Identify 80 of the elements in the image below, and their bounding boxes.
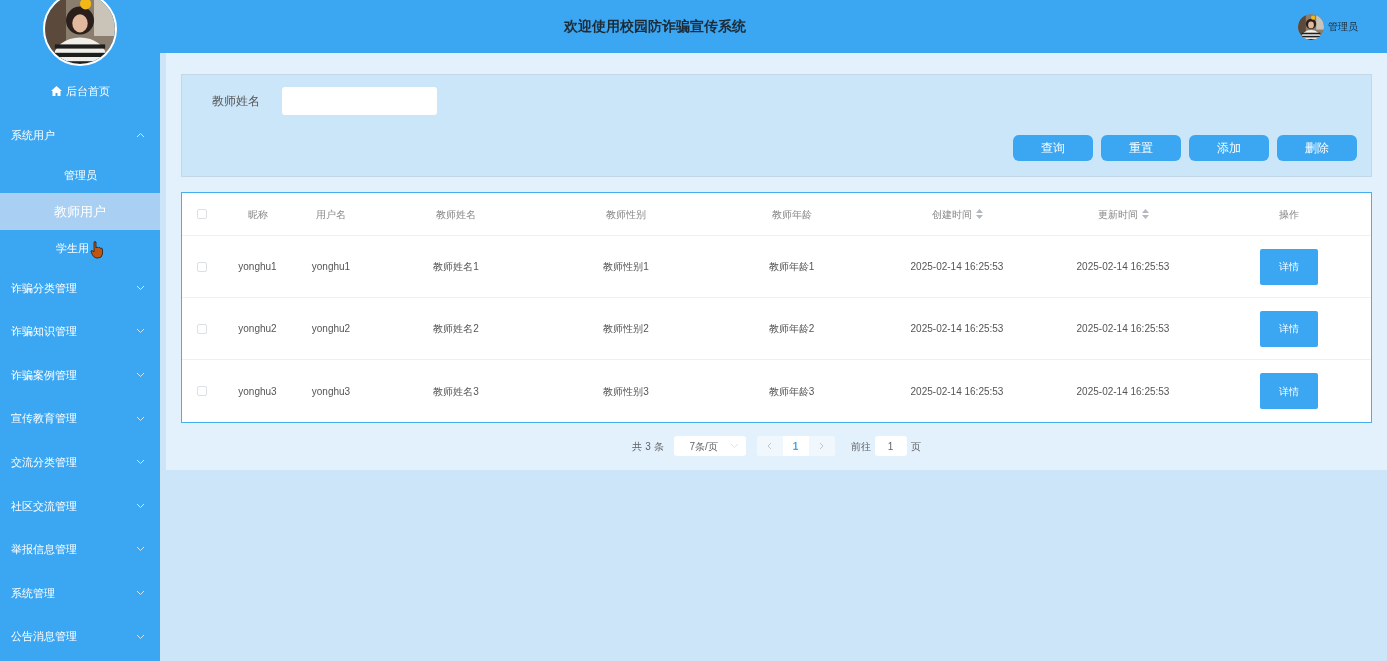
teacher-name-input[interactable] — [282, 87, 437, 115]
table-cell-text: yonghu1 — [238, 260, 277, 274]
details-button[interactable]: 详情 — [1260, 310, 1318, 347]
home-menu-item[interactable]: 后台首页 — [0, 69, 160, 113]
page-size-select[interactable]: 7条/页 — [673, 436, 746, 456]
menu-item[interactable]: 系统管理 — [0, 571, 160, 615]
goto-page-input[interactable]: 1 — [874, 436, 907, 456]
table-cell-text: 2025-02-14 16:25:53 — [910, 322, 1004, 336]
chevron-down-icon — [136, 372, 145, 379]
submenu-item[interactable]: 学生用 — [0, 229, 160, 267]
chevron-down-icon — [136, 459, 145, 466]
menu-item[interactable]: 举报信息管理 — [0, 527, 160, 572]
column-header: 教师年龄 — [771, 207, 812, 222]
menu-item[interactable]: 系统用户 — [0, 113, 160, 157]
table-cell-text: 2025-02-14 16:25:53 — [910, 384, 1004, 399]
details-button[interactable]: 详情 — [1260, 373, 1318, 409]
table-cell-text: 教师性别3 — [603, 384, 649, 399]
table-cell-text: yonghu2 — [311, 322, 351, 336]
select-all-checkbox[interactable] — [197, 209, 207, 219]
home-icon — [50, 86, 62, 96]
table-cell-text: 教师年龄3 — [768, 384, 815, 399]
chevron-down-icon — [729, 443, 739, 449]
chevron-down-icon — [136, 284, 145, 291]
row-checkbox[interactable] — [197, 386, 207, 396]
page-number[interactable]: 1 — [782, 436, 809, 456]
chevron-right-icon — [819, 442, 825, 450]
submenu-item[interactable]: 管理员 — [0, 156, 160, 194]
chevron-down-icon — [136, 502, 145, 509]
chevron-left-icon — [767, 442, 773, 450]
table-cell-text: 2025-02-14 16:25:53 — [1076, 260, 1170, 274]
page-title: 欢迎使用校园防诈骗宣传系统 — [564, 17, 746, 36]
sort-icon[interactable] — [1141, 209, 1149, 219]
page-suffix: 页 — [910, 439, 921, 454]
details-button[interactable]: 详情 — [1260, 248, 1318, 285]
chevron-down-icon — [136, 328, 145, 335]
table-cell-text: 教师年龄2 — [768, 322, 815, 336]
table-cell-text: 教师姓名3 — [433, 384, 479, 399]
row-checkbox[interactable] — [197, 323, 207, 334]
total-count: 共 3 条 — [632, 439, 664, 454]
menu-item[interactable]: 诈骗知识管理 — [0, 309, 160, 354]
sort-icon[interactable] — [975, 209, 983, 219]
chevron-up-icon — [136, 131, 145, 138]
submenu-item[interactable]: 教师用户 — [0, 193, 160, 230]
table-cell-text: 教师性别2 — [603, 322, 649, 336]
chevron-down-icon — [136, 633, 145, 640]
action-button[interactable]: 删除 — [1277, 135, 1357, 161]
goto-label: 前往 — [850, 439, 871, 454]
table-cell-text: yonghu3 — [311, 384, 351, 399]
column-header: 教师姓名 — [436, 207, 476, 222]
column-header: 操作 — [1279, 207, 1299, 222]
action-button[interactable]: 重置 — [1101, 135, 1181, 161]
column-header: 昵称 — [247, 207, 268, 222]
menu-item[interactable]: 诈骗案例管理 — [0, 353, 160, 397]
menu-item[interactable]: 宣传教育管理 — [0, 396, 160, 441]
table-cell-text: 2025-02-14 16:25:53 — [1076, 384, 1170, 399]
column-header: 教师性别 — [606, 207, 646, 222]
field-label: 教师姓名 — [212, 93, 261, 110]
menu-item[interactable]: 诈骗分类管理 — [0, 266, 160, 310]
user-name[interactable]: 管理员 — [1328, 19, 1358, 34]
chevron-down-icon — [136, 546, 145, 553]
action-button[interactable]: 添加 — [1189, 135, 1269, 161]
column-header[interactable]: 更新时间 — [1097, 206, 1138, 222]
table-cell-text: yonghu1 — [311, 260, 351, 274]
action-button[interactable]: 查询 — [1013, 135, 1093, 161]
table-cell-text: 教师姓名2 — [433, 322, 479, 336]
table-cell-text: yonghu2 — [238, 322, 277, 336]
table-cell-text: yonghu3 — [238, 384, 277, 399]
table-cell-text: 2025-02-14 16:25:53 — [910, 260, 1004, 274]
column-header[interactable]: 创建时间 — [931, 206, 972, 222]
chevron-down-icon — [136, 415, 145, 422]
table-cell-text: 教师姓名1 — [433, 260, 479, 274]
chevron-down-icon — [136, 590, 145, 597]
row-checkbox[interactable] — [197, 261, 207, 272]
menu-item[interactable]: 交流分类管理 — [0, 440, 160, 485]
menu-item[interactable]: 社区交流管理 — [0, 484, 160, 528]
menu-item[interactable]: 公告消息管理 — [0, 614, 160, 659]
table-cell-text: 教师年龄1 — [768, 260, 815, 274]
table-cell-text: 2025-02-14 16:25:53 — [1076, 322, 1170, 336]
table-cell-text: 教师性别1 — [603, 260, 649, 274]
column-header: 用户名 — [316, 207, 346, 222]
